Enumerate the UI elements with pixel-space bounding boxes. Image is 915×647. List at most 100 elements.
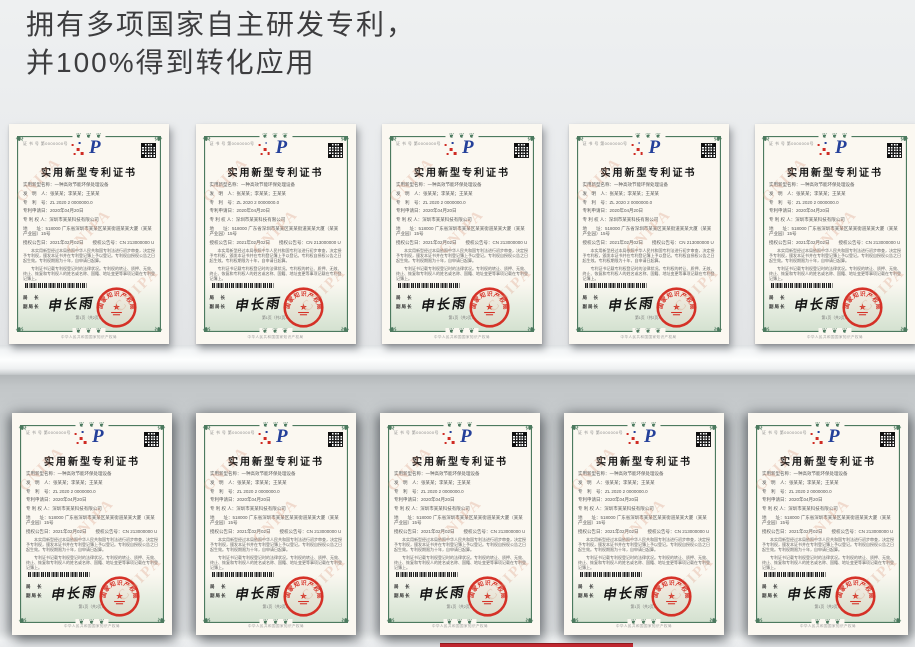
field-patent-number: 专 利 号：ZL 2020 2 0000000.0 [23,200,155,205]
certificate-paragraph: 专利证书记载专利权登记时的法律状况。专利权的转让、质押、无效、终止、恢复和专利权… [210,266,342,282]
cnipa-logo-letter: P [89,138,101,157]
corner-ornament-icon: ❧ [154,324,163,335]
section-heading: 拥有多项国家自主研发专利， 并100%得到转化应用 [26,6,416,82]
cnipa-logo-icon: P [808,430,842,450]
barcode [585,283,647,288]
director-signature: 申长雨 [606,291,654,314]
official-seal-icon: 国家知识产权局 ★ [834,575,877,618]
field-grant-publication: 授权公告日：2021年02月02日 授权公告号：CN 213000000 U [210,529,342,534]
footer-note: 中华人民共和国国家知识产权局 [748,624,908,629]
field-address: 地 址：518000 广东省深圳市某某区某某街道某某大厦（某某产业园）15号 [210,515,342,526]
cnipa-logo-letter: P [276,427,288,446]
bottom-center-ornament-icon: ❦ ❦ ❦ [445,328,478,335]
cnipa-logo-icon: P [440,430,474,450]
field-patent-name: 实用新型名称：一种高效节能环保处理设备 [583,182,715,187]
patent-certificate[interactable]: ❧ ❧ ❧ ❧ ❦ ❦ ❦ ❦ ❦ ❦ CNIPA CNIPA CNIPA 证 … [9,124,169,344]
field-patentee: 专 利 权 人：深圳市某某科技有限公司 [769,217,901,222]
field-patentee: 专 利 权 人：深圳市某某科技有限公司 [762,506,894,511]
field-patent-name: 实用新型名称：一种高效节能环保处理设备 [762,471,894,476]
field-inventors: 发 明 人：张某某；李某某；王某某 [210,191,342,196]
certificate-fields: 实用新型名称：一种高效节能环保处理设备 发 明 人：张某某；李某某；王某某 专 … [396,182,528,249]
cnipa-logo-icon: P [255,141,289,161]
bottom-center-ornament-icon: ❦ ❦ ❦ [818,328,851,335]
field-patentee: 专 利 权 人：深圳市某某科技有限公司 [210,217,342,222]
field-patent-name: 实用新型名称：一种高效节能环保处理设备 [578,471,710,476]
certificate-boilerplate: 本实用新型经过本局依照中华人民共和国专利法进行初步审查，决定授予专利权，颁发本证… [210,537,342,572]
patents-showcase-section: 拥有多项国家自主研发专利， 并100%得到转化应用 ❧ ❧ ❧ ❧ ❦ ❦ ❦ … [0,0,915,647]
seal-emblem: ★ [667,591,675,601]
field-inventors: 发 明 人：张某某；李某某；王某某 [26,480,158,485]
field-inventors: 发 明 人：张某某；李某某；王某某 [583,191,715,196]
field-patentee: 专 利 权 人：深圳市某某科技有限公司 [23,217,155,222]
field-application-date: 专利申请日：2020年04月20日 [762,497,894,502]
field-patentee: 专 利 权 人：深圳市某某科技有限公司 [578,506,710,511]
certificate-number: 证 书 号 第0000000号 [769,141,814,147]
footer-note: 中华人民共和国国家知识产权局 [380,624,540,629]
corner-ornament-icon: ❧ [388,324,397,335]
issuer-labels: 局 长 副局长 [394,585,411,603]
certificate-title: 实用新型专利证书 [380,453,540,468]
barcode [398,283,460,288]
field-address: 地 址：518000 广东省深圳市某某区某某街道某某大厦（某某产业园）15号 [396,226,528,237]
qr-code-icon [512,432,527,447]
bottom-center-ornament-icon: ❦ ❦ ❦ [259,328,292,335]
seal-emblem: ★ [483,591,491,601]
barcode [28,572,90,577]
patent-certificate[interactable]: ❧ ❧ ❧ ❧ ❦ ❦ ❦ ❦ ❦ ❦ CNIPA CNIPA CNIPA 证 … [380,413,540,635]
field-patent-number: 专 利 号：ZL 2020 2 0000000.0 [26,489,158,494]
director-label: 局 长 [23,296,40,301]
certificate-number: 证 书 号 第0000000号 [396,141,441,147]
corner-ornament-icon: ❧ [575,324,584,335]
patent-certificate[interactable]: ❧ ❧ ❧ ❧ ❦ ❦ ❦ ❦ ❦ ❦ CNIPA CNIPA CNIPA 证 … [564,413,724,635]
director-signature: 申长雨 [233,291,281,314]
patent-certificate[interactable]: ❧ ❧ ❧ ❧ ❦ ❦ ❦ ❦ ❦ ❦ CNIPA CNIPA CNIPA 证 … [569,124,729,344]
qr-code-icon [141,143,156,158]
field-inventors: 发 明 人：张某某；李某某；王某某 [762,480,894,485]
qr-code-icon [887,143,902,158]
certificates-row-2: ❧ ❧ ❧ ❧ ❦ ❦ ❦ ❦ ❦ ❦ CNIPA CNIPA CNIPA 证 … [0,413,915,635]
patent-certificate[interactable]: ❧ ❧ ❧ ❧ ❦ ❦ ❦ ❦ ❦ ❦ CNIPA CNIPA CNIPA 证 … [382,124,542,344]
certificate-boilerplate: 本实用新型经过本局依照中华人民共和国专利法进行初步审查，决定授予专利权，颁发本证… [394,537,526,572]
field-inventors: 发 明 人：张某某；李某某；王某某 [394,480,526,485]
field-application-date: 专利申请日：2020年04月20日 [210,208,342,213]
page-note: 第1页（共2页） [564,605,724,610]
field-grant-publication: 授权公告日：2021年02月02日 授权公告号：CN 213000000 U [762,529,894,534]
certificate-boilerplate: 本实用新型经过本局依照中华人民共和国专利法进行初步审查，决定授予专利权，颁发本证… [769,248,901,283]
seal-emblem: ★ [485,302,493,312]
certificate-title: 实用新型专利证书 [196,164,356,179]
certificate-title: 实用新型专利证书 [569,164,729,179]
patent-certificate[interactable]: ❧ ❧ ❧ ❧ ❦ ❦ ❦ ❦ ❦ ❦ CNIPA CNIPA CNIPA 证 … [755,124,915,344]
director-signature: 申长雨 [785,580,833,603]
patent-certificate[interactable]: ❧ ❧ ❧ ❧ ❦ ❦ ❦ ❦ ❦ ❦ CNIPA CNIPA CNIPA 证 … [196,413,356,635]
qr-code-icon [514,143,529,158]
issuer-labels: 局 长 副局长 [578,585,595,603]
patent-certificate[interactable]: ❧ ❧ ❧ ❧ ❦ ❦ ❦ ❦ ❦ ❦ CNIPA CNIPA CNIPA 证 … [12,413,172,635]
patent-certificate[interactable]: ❧ ❧ ❧ ❧ ❦ ❦ ❦ ❦ ❦ ❦ CNIPA CNIPA CNIPA 证 … [196,124,356,344]
cnipa-logo-icon: P [624,430,658,450]
certificate-paragraph: 本实用新型经过本局依照中华人民共和国专利法进行初步审查，决定授予专利权，颁发本证… [762,537,894,553]
qr-code-icon [880,432,895,447]
issuer-labels: 局 长 副局长 [26,585,43,603]
director-label: 局 长 [583,296,600,301]
certificate-fields: 实用新型名称：一种高效节能环保处理设备 发 明 人：张某某；李某某；王某某 专 … [210,471,342,538]
certificate-boilerplate: 本实用新型经过本局依照中华人民共和国专利法进行初步审查，决定授予专利权，颁发本证… [23,248,155,283]
director-signature: 申长雨 [49,580,97,603]
shelf-edge-upper [0,345,915,375]
field-grant-publication: 授权公告日：2021年02月02日 授权公告号：CN 213000000 U [23,240,155,245]
certificate-paragraph: 本实用新型经过本局依照中华人民共和国专利法进行初步审查，决定授予专利权，颁发本证… [394,537,526,553]
certificate-boilerplate: 本实用新型经过本局依照中华人民共和国专利法进行初步审查，决定授予专利权，颁发本证… [762,537,894,572]
footer-note: 中华人民共和国国家知识产权局 [9,335,169,340]
patent-certificate[interactable]: ❧ ❧ ❧ ❧ ❦ ❦ ❦ ❦ ❦ ❦ CNIPA CNIPA CNIPA 证 … [748,413,908,635]
certificate-paragraph: 专利证书记载专利权登记时的法律状况。专利权的转让、质押、无效、终止、恢复和专利权… [210,555,342,571]
page-note: 第1页（共2页） [382,316,542,321]
page-note: 第1页（共2页） [755,316,915,321]
corner-ornament-icon: ❧ [340,324,349,335]
bottom-center-ornament-icon: ❦ ❦ ❦ [72,328,105,335]
director-label: 局 长 [396,296,413,301]
corner-ornament-icon: ❧ [900,324,909,335]
certificate-paragraph: 专利证书记载专利权登记时的法律状况。专利权的转让、质押、无效、终止、恢复和专利权… [394,555,526,571]
field-patent-name: 实用新型名称：一种高效节能环保处理设备 [396,182,528,187]
page-note: 第1页（共2页） [569,316,729,321]
official-seal-icon: 国家知识产权局 ★ [650,575,693,618]
cnipa-logo-letter: P [644,427,656,446]
